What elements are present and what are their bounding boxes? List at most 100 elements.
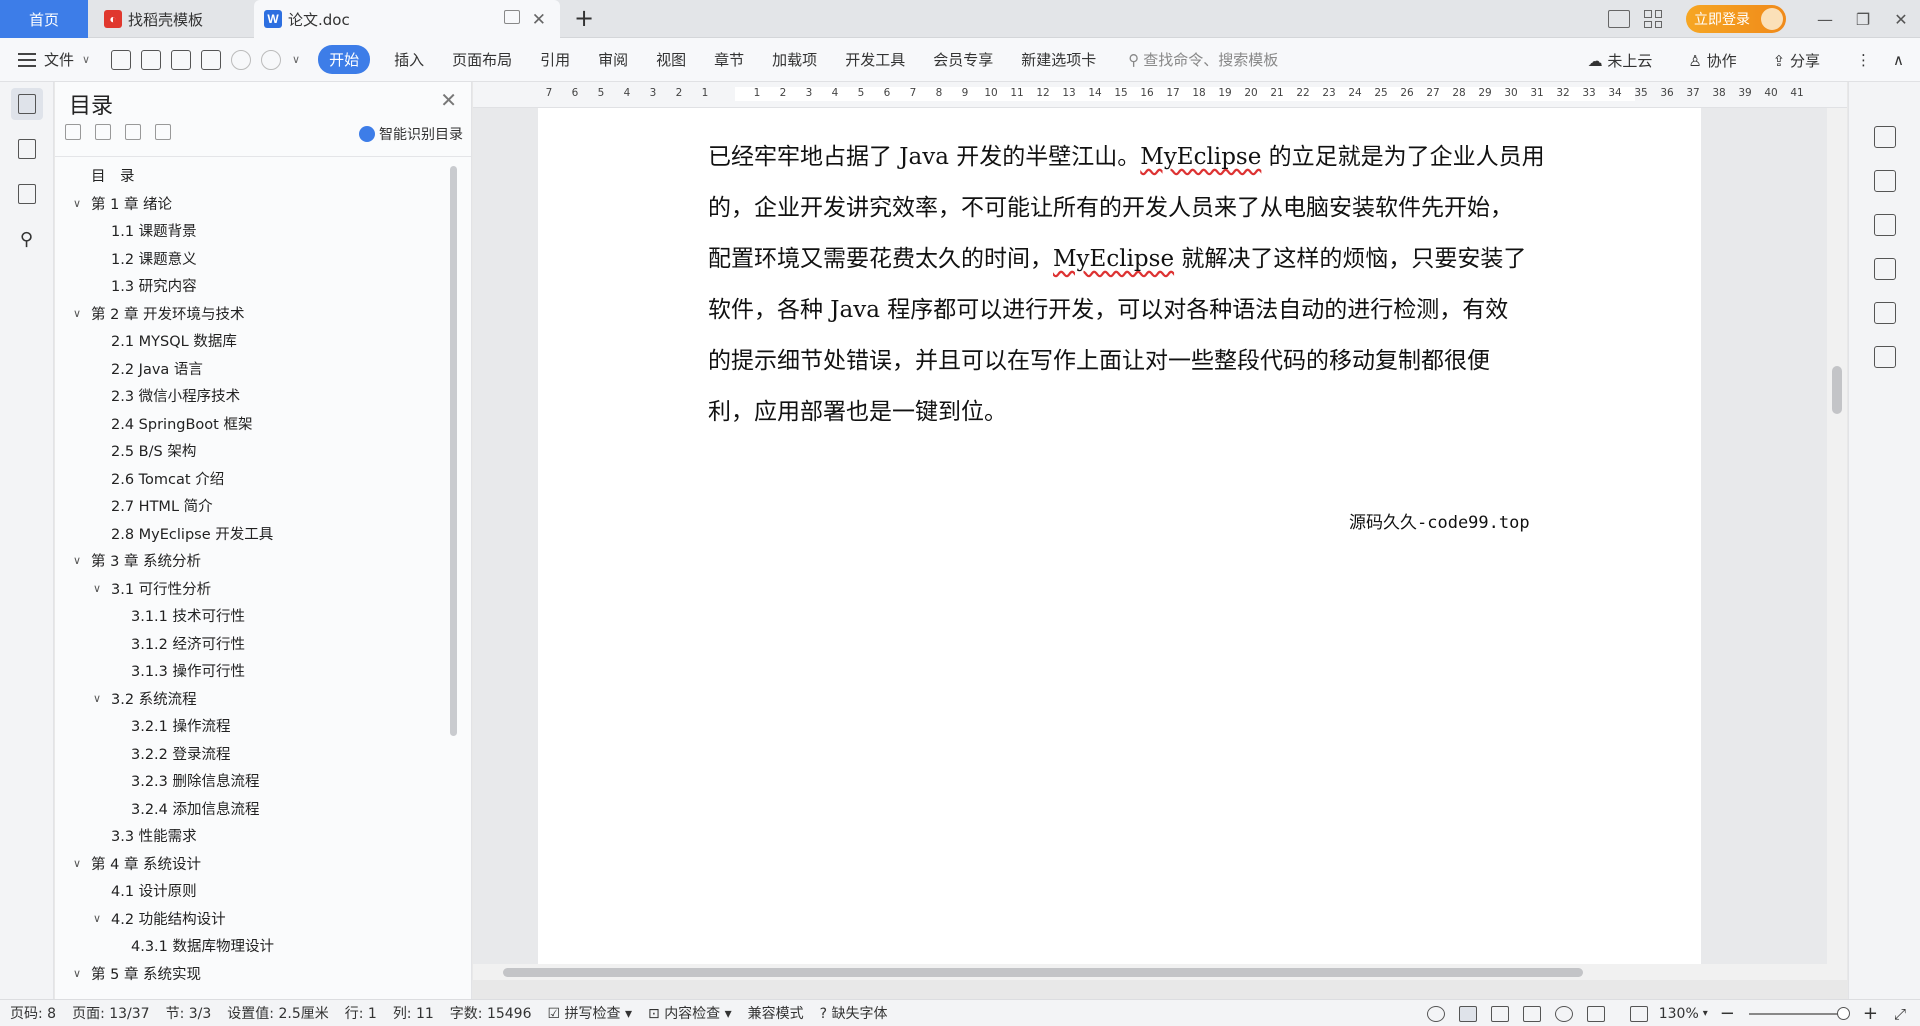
add-heading-icon[interactable] <box>125 124 141 140</box>
eye-protection-icon[interactable] <box>1426 1005 1445 1022</box>
tab-pin-icon[interactable] <box>504 10 520 24</box>
tab-home[interactable]: 首页 <box>0 0 88 38</box>
toc-item[interactable]: 1.3 研究内容 <box>55 272 445 300</box>
chevron-down-icon[interactable]: ∨ <box>73 554 87 567</box>
chevron-down-icon[interactable]: ∨ <box>73 857 87 870</box>
toc-item[interactable]: 1.2 课题意义 <box>55 245 445 273</box>
chevron-down-icon[interactable]: ∨ <box>93 692 107 705</box>
chevron-down-icon[interactable]: ∨ <box>93 582 107 595</box>
collapse-ribbon-icon[interactable]: ∧ <box>1893 51 1904 69</box>
tab-section[interactable]: 章节 <box>714 49 744 70</box>
status-setting[interactable]: 设置值: 2.5厘米 <box>227 1003 328 1023</box>
document-paragraph[interactable]: 已经牢牢地占据了 Java 开发的半壁江山。MyEclipse 的立足就是为了企… <box>708 132 1618 438</box>
toc-item[interactable]: 4.3.1 数据库物理设计 <box>55 932 445 960</box>
horizontal-scroll-thumb[interactable] <box>503 968 1583 977</box>
toc-item[interactable]: ∨ 3.2 系统流程 <box>55 685 445 713</box>
chevron-down-icon[interactable]: ∨ <box>73 967 87 980</box>
restore-icon[interactable]: ❐ <box>1844 0 1882 38</box>
toc-item[interactable]: 2.3 微信小程序技术 <box>55 382 445 410</box>
compat-mode[interactable]: 兼容模式 <box>748 1003 804 1023</box>
status-page[interactable]: 页面: 13/37 <box>72 1003 150 1023</box>
toc-item[interactable]: ∨ 第 1 章 绪论 <box>55 190 445 218</box>
missing-font-button[interactable]: ? 缺失字体 <box>820 1003 888 1023</box>
toc-item[interactable]: 3.2.3 删除信息流程 <box>55 767 445 795</box>
print-preview-icon[interactable] <box>201 49 221 70</box>
horizontal-ruler[interactable]: 7 6 5 4 3 2 1 1 2 3 4 5 6 7 8 9 10 11 12 13 14 15 16 17 18 19 20 21… <box>473 82 1847 108</box>
page-view-icon[interactable] <box>1458 1005 1477 1022</box>
collab-button[interactable]: ♙ 协作 <box>1688 50 1754 71</box>
zoom-slider[interactable] <box>1748 1006 1850 1020</box>
toc-item[interactable]: 3.3 性能需求 <box>55 822 445 850</box>
toc-item[interactable]: 2.1 MYSQL 数据库 <box>55 327 445 355</box>
file-menu[interactable]: 文件 ∨ <box>18 49 106 70</box>
tab-developer[interactable]: 开发工具 <box>845 49 905 70</box>
layout-icon[interactable] <box>1608 10 1630 28</box>
login-button[interactable]: 立即登录 <box>1686 5 1786 33</box>
toc-item[interactable]: 2.7 HTML 简介 <box>55 492 445 520</box>
close-icon[interactable]: ✕ <box>440 88 457 112</box>
expand-all-icon[interactable] <box>65 124 81 140</box>
toc-item[interactable]: ∨ 第 5 章 系统实现 <box>55 960 445 988</box>
share-button[interactable]: ⇪ 分享 <box>1773 50 1838 71</box>
status-page-code[interactable]: 页码: 8 <box>10 1003 56 1023</box>
undo-icon[interactable] <box>231 49 251 70</box>
toc-scrollbar[interactable] <box>450 166 457 736</box>
toc-item[interactable]: 2.5 B/S 架构 <box>55 437 445 465</box>
print-icon[interactable] <box>171 49 191 70</box>
chapter-nav-button[interactable] <box>11 133 43 165</box>
tab-document[interactable]: W 论文.doc ✕ <box>254 0 560 38</box>
more-icon[interactable]: ⋮ <box>1856 51 1871 69</box>
tab-template[interactable]: ◐ 找稻壳模板 <box>94 0 254 38</box>
zoom-out-button[interactable]: − <box>1720 1003 1735 1024</box>
toc-item[interactable]: 3.1.1 技术可行性 <box>55 602 445 630</box>
toc-item[interactable]: 2.6 Tomcat 介绍 <box>55 465 445 493</box>
zoom-level[interactable]: 130% <box>1659 1006 1699 1022</box>
tab-review[interactable]: 审阅 <box>598 49 628 70</box>
tab-new-tab[interactable]: 新建选项卡 <box>1021 49 1096 70</box>
toc-item[interactable]: 2.8 MyEclipse 开发工具 <box>55 520 445 548</box>
toc-item[interactable]: 3.2.1 操作流程 <box>55 712 445 740</box>
zoom-in-button[interactable]: + <box>1863 1003 1878 1024</box>
toc-item[interactable]: 目 录 <box>55 162 445 190</box>
smart-toc-button[interactable]: 智能识别目录 <box>359 124 463 144</box>
outline-view-icon[interactable] <box>1490 1005 1509 1022</box>
toc-item[interactable]: 1.1 课题背景 <box>55 217 445 245</box>
document-page[interactable]: 已经牢牢地占据了 Java 开发的半壁江山。MyEclipse 的立足就是为了企… <box>538 108 1701 980</box>
tab-page-layout[interactable]: 页面布局 <box>452 49 512 70</box>
lightning-icon[interactable] <box>1873 302 1896 324</box>
adjust-icon[interactable] <box>1873 214 1896 236</box>
toc-item[interactable]: 2.2 Java 语言 <box>55 355 445 383</box>
fit-page-icon[interactable] <box>1629 1005 1648 1022</box>
toc-item[interactable]: ∨ 4.2 功能结构设计 <box>55 905 445 933</box>
chevron-down-icon[interactable]: ∨ <box>73 197 87 210</box>
toc-item[interactable]: 3.2.4 添加信息流程 <box>55 795 445 823</box>
content-check-button[interactable]: ⊡ 内容检查 ▾ <box>648 1003 732 1023</box>
cursor-icon[interactable] <box>1873 170 1896 192</box>
close-icon[interactable]: ✕ <box>532 10 546 30</box>
minimize-icon[interactable]: — <box>1806 0 1844 38</box>
chevron-down-icon[interactable]: ∨ <box>73 307 87 320</box>
image-tool-icon[interactable] <box>1873 258 1896 280</box>
web-view-icon[interactable] <box>1554 1005 1573 1022</box>
zoom-slider-knob[interactable] <box>1836 1006 1850 1020</box>
reader-icon[interactable] <box>1873 346 1896 368</box>
tab-insert[interactable]: 插入 <box>394 49 424 70</box>
collapse-all-icon[interactable] <box>95 124 111 140</box>
grid-apps-icon[interactable] <box>1644 10 1662 28</box>
write-mode-icon[interactable] <box>1586 1005 1605 1022</box>
toc-item[interactable]: ∨ 第 4 章 系统设计 <box>55 850 445 878</box>
window-close-icon[interactable]: ✕ <box>1882 0 1920 38</box>
save-icon[interactable] <box>111 49 131 70</box>
tab-references[interactable]: 引用 <box>540 49 570 70</box>
toc-item[interactable]: 3.1.3 操作可行性 <box>55 657 445 685</box>
toc-item[interactable]: 2.4 SpringBoot 框架 <box>55 410 445 438</box>
toc-item[interactable]: 3.1.2 经济可行性 <box>55 630 445 658</box>
horizontal-scrollbar[interactable] <box>473 964 1847 980</box>
quick-access-more-icon[interactable]: ∨ <box>292 53 300 66</box>
toc-item[interactable]: ∨ 3.1 可行性分析 <box>55 575 445 603</box>
reading-view-icon[interactable] <box>1522 1005 1541 1022</box>
vertical-scrollbar[interactable] <box>1827 108 1847 980</box>
status-col[interactable]: 列: 11 <box>393 1003 434 1023</box>
toc-item[interactable]: ∨ 第 2 章 开发环境与技术 <box>55 300 445 328</box>
toc-item[interactable]: 4.1 设计原则 <box>55 877 445 905</box>
